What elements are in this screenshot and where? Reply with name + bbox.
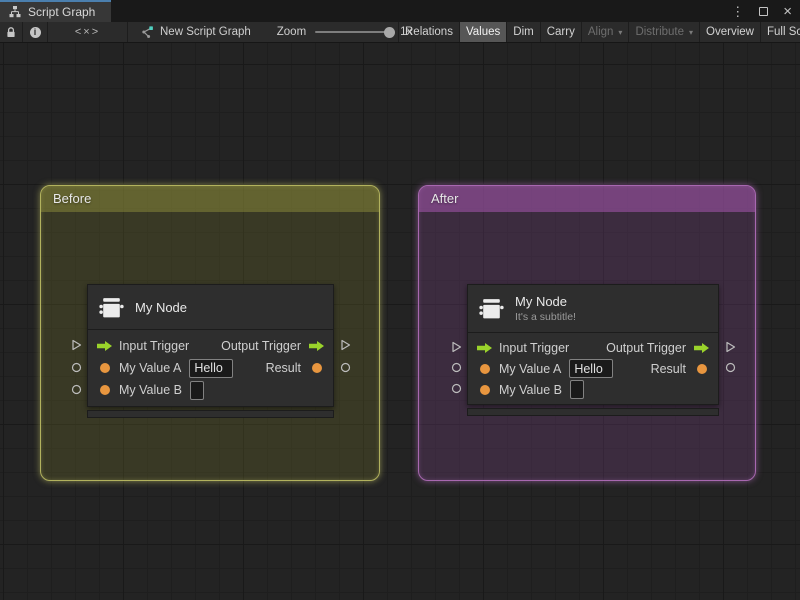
left-port-markers [70, 334, 82, 400]
chevron-down-icon: ▾ [689, 27, 694, 37]
group-before-title: Before [53, 191, 92, 206]
port-row-value-a: My Value A Result [88, 357, 333, 379]
node-my-node-before[interactable]: My Node Input Trigger Output Trigger My … [71, 284, 350, 418]
exec-input-port[interactable] [476, 342, 493, 354]
exec-output-marker[interactable] [724, 336, 736, 357]
value-a-port[interactable] [476, 363, 493, 374]
right-port-markers [339, 334, 351, 400]
port-label: My Value B [499, 382, 562, 397]
value-a-input[interactable] [189, 358, 234, 378]
tab-title: Script Graph [28, 5, 96, 19]
value-a-input[interactable] [569, 359, 614, 378]
zoom-slider[interactable] [315, 26, 396, 38]
port-row-trigger: Input Trigger Output Trigger [88, 335, 333, 357]
port-label: My Value A [499, 361, 562, 376]
group-after-title: After [431, 191, 459, 206]
more-options-icon[interactable]: ⋮ [731, 5, 744, 18]
port-label: Input Trigger [119, 339, 190, 353]
exec-input-marker[interactable] [450, 336, 462, 357]
zoom-control: Zoom 1x [277, 22, 413, 42]
exec-input-marker[interactable] [70, 334, 82, 356]
node-footer [87, 410, 334, 418]
port-label: Result [265, 361, 301, 375]
node-header[interactable]: My Node It's a subtitle! [468, 285, 718, 332]
align-button[interactable]: Align ▾ [582, 22, 629, 42]
code-icon: <×> [74, 26, 101, 38]
result-port[interactable] [693, 363, 710, 374]
value-output-marker[interactable] [724, 357, 736, 378]
value-b-port[interactable] [96, 385, 113, 395]
node-icon [478, 295, 505, 322]
info-button[interactable]: i [23, 22, 47, 42]
group-before[interactable]: Before My Node Input Trigger Output Trig… [40, 185, 380, 481]
distribute-button[interactable]: Distribute ▾ [629, 22, 699, 42]
graph-name-label: New Script Graph [160, 26, 251, 38]
node-title: My Node [135, 299, 188, 315]
port-row-trigger: Input Trigger Output Trigger [468, 337, 718, 358]
window-controls: ⋮ × [731, 0, 792, 22]
port-label: My Value A [119, 361, 182, 375]
value-b-port[interactable] [476, 384, 493, 395]
lock-button[interactable] [0, 22, 22, 42]
left-port-markers [450, 336, 462, 399]
node-graph-icon [140, 25, 154, 39]
group-after-header[interactable]: After [419, 186, 755, 212]
exec-output-marker[interactable] [339, 334, 351, 356]
lock-icon [4, 25, 18, 39]
value-output-marker[interactable] [339, 356, 351, 378]
relations-button[interactable]: Relations [399, 22, 459, 42]
value-input-marker[interactable] [70, 378, 82, 400]
node-subtitle: It's a subtitle! [515, 311, 576, 323]
graph-hierarchy-icon [8, 5, 22, 19]
zoom-slider-handle[interactable] [384, 26, 396, 38]
graph-toolbar: i <×> New Script Graph Zoom 1x Relations… [0, 22, 800, 43]
full-screen-button[interactable]: Full Screen [761, 22, 800, 42]
value-a-port[interactable] [96, 363, 113, 373]
exec-output-port[interactable] [693, 342, 710, 354]
tab-script-graph[interactable]: Script Graph [0, 0, 112, 22]
node-ports: Input Trigger Output Trigger My Value A … [468, 333, 718, 404]
overview-button[interactable]: Overview [700, 22, 760, 42]
port-row-value-b: My Value B [88, 379, 333, 401]
value-b-input[interactable] [570, 380, 584, 399]
code-view-button[interactable]: <×> [48, 22, 127, 42]
graph-name-chip[interactable]: New Script Graph [128, 22, 263, 42]
zoom-label: Zoom [276, 26, 307, 38]
right-port-markers [724, 336, 736, 399]
node-ports: Input Trigger Output Trigger My Value A … [88, 330, 333, 406]
toolbar-right-buttons: Relations Values Dim Carry Align ▾ Distr… [398, 22, 800, 42]
chevron-down-icon: ▾ [618, 27, 623, 37]
graph-canvas[interactable]: Before My Node Input Trigger Output Trig… [0, 43, 800, 600]
node-title: My Node [515, 294, 568, 309]
value-input-marker[interactable] [450, 357, 462, 378]
port-label: My Value B [119, 383, 182, 397]
port-row-value-b: My Value B [468, 379, 718, 400]
info-icon: i [29, 26, 41, 38]
group-after[interactable]: After My Node It's a subtitle! Input Tri… [418, 185, 756, 481]
carry-button[interactable]: Carry [541, 22, 581, 42]
group-before-header[interactable]: Before [41, 186, 379, 212]
tab-bar: Script Graph ⋮ × [0, 0, 800, 22]
value-input-marker[interactable] [450, 378, 462, 399]
port-row-value-a: My Value A Result [468, 358, 718, 379]
script-graph-window: Script Graph ⋮ × i <×> New Script Graph … [0, 0, 800, 600]
port-label: Output Trigger [221, 339, 301, 353]
port-label: Result [650, 361, 686, 376]
values-button[interactable]: Values [459, 22, 507, 42]
value-input-marker[interactable] [70, 356, 82, 378]
exec-output-port[interactable] [308, 340, 325, 352]
node-icon [98, 294, 125, 321]
port-label: Output Trigger [606, 340, 686, 355]
node-footer [467, 408, 719, 416]
value-b-input[interactable] [190, 380, 204, 400]
maximize-icon[interactable] [759, 6, 769, 16]
node-my-node-after[interactable]: My Node It's a subtitle! Input Trigger O… [451, 284, 735, 416]
dim-button[interactable]: Dim [507, 22, 539, 42]
port-label: Input Trigger [499, 340, 570, 355]
result-port[interactable] [308, 363, 325, 373]
exec-input-port[interactable] [96, 340, 113, 352]
node-header[interactable]: My Node [88, 285, 333, 329]
close-icon[interactable]: × [783, 4, 792, 19]
